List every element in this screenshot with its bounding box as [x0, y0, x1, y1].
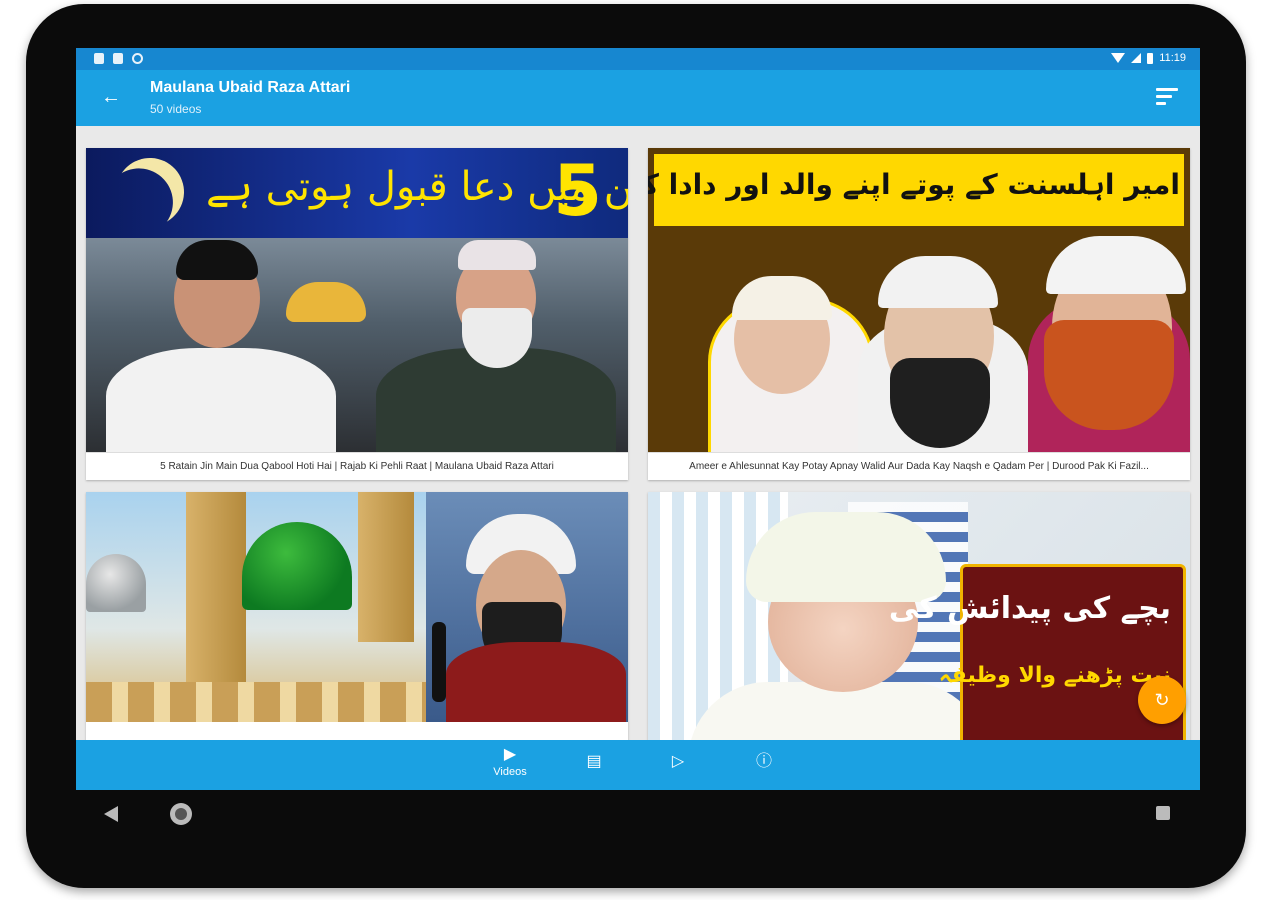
wifi-icon	[1111, 53, 1126, 63]
sd-card-icon	[113, 53, 123, 64]
green-dome-graphic	[242, 522, 352, 610]
tab-info[interactable]: ⓘ	[734, 753, 794, 771]
status-bar: 11:19	[76, 48, 1200, 70]
arches-graphic	[86, 682, 426, 722]
video-thumbnail[interactable]: راتیں جن میں دعا قبول ہوتی ہے 5	[86, 148, 628, 452]
tab-playlists[interactable]: ▤	[564, 753, 624, 771]
thumbnail-photo	[426, 492, 628, 722]
thumbnail-title-text: بچے کی پیدائش کی	[888, 591, 1171, 626]
refresh-fab[interactable]: ↻	[1138, 676, 1186, 724]
page-title: Maulana Ubaid Raza Attari	[150, 79, 351, 96]
bottom-navigation: ▶ Videos ▤ ▷ ⓘ	[76, 740, 1200, 790]
signal-icon	[1131, 53, 1142, 63]
tab-label: Videos	[493, 766, 527, 778]
notification-icon	[94, 53, 104, 64]
thumbnail-photo	[86, 238, 628, 452]
system-recents-icon[interactable]	[1156, 806, 1170, 820]
video-title[interactable]: Ameer e Ahlesunnat Kay Potay Apnay Walid…	[648, 452, 1190, 480]
app-bar: ← Maulana Ubaid Raza Attari 50 videos	[76, 70, 1200, 126]
video-grid: راتیں جن میں دعا قبول ہوتی ہے 5 5 Ratain…	[86, 148, 1190, 790]
thumbnail-title-text: امیر اہلسنت کے پوتے اپنے والد اور دادا ک…	[648, 168, 1180, 201]
play-box-icon: ▷	[671, 753, 685, 770]
refresh-icon: ↻	[1154, 690, 1170, 710]
video-card[interactable]: راتیں جن میں دعا قبول ہوتی ہے 5 5 Ratain…	[86, 148, 628, 480]
video-thumbnail[interactable]: امیر اہلسنت کے پوتے اپنے والد اور دادا ک…	[648, 148, 1190, 452]
playlist-icon: ▤	[586, 753, 602, 770]
sync-icon	[132, 53, 143, 64]
app-screen: 11:19 ← Maulana Ubaid Raza Attari 50 vid…	[76, 48, 1200, 790]
baby-hat-graphic	[746, 512, 946, 602]
system-back-icon[interactable]	[104, 806, 118, 822]
video-title[interactable]: 5 Ratain Jin Main Dua Qabool Hoti Hai | …	[86, 452, 628, 480]
system-home-icon[interactable]	[170, 803, 192, 825]
thumbnail-banner: راتیں جن میں دعا قبول ہوتی ہے 5	[86, 148, 628, 238]
video-count: 50 videos	[150, 102, 202, 116]
sort-icon[interactable]	[1156, 88, 1178, 108]
thumbnail-background: امیر اہلسنت کے پوتے اپنے والد اور دادا ک…	[648, 148, 1190, 452]
thumbnail-subtitle-text: نیت پڑھنے والا وظیفہ	[938, 663, 1171, 688]
thumbnail-banner: امیر اہلسنت کے پوتے اپنے والد اور دادا ک…	[648, 154, 1184, 226]
video-card[interactable]: امیر اہلسنت کے پوتے اپنے والد اور دادا ک…	[648, 148, 1190, 480]
back-arrow-icon[interactable]: ←	[98, 84, 124, 110]
tab-videos[interactable]: ▶ Videos	[480, 746, 540, 778]
video-library-icon: ▶	[503, 746, 517, 763]
clock: 11:19	[1159, 52, 1186, 64]
dome-graphic	[86, 554, 146, 612]
thumbnail-number: 5	[553, 150, 602, 232]
crescent-moon-graphic	[106, 148, 193, 235]
info-icon: ⓘ	[755, 753, 772, 770]
battery-icon	[1147, 52, 1154, 64]
tab-player[interactable]: ▷	[648, 753, 708, 771]
